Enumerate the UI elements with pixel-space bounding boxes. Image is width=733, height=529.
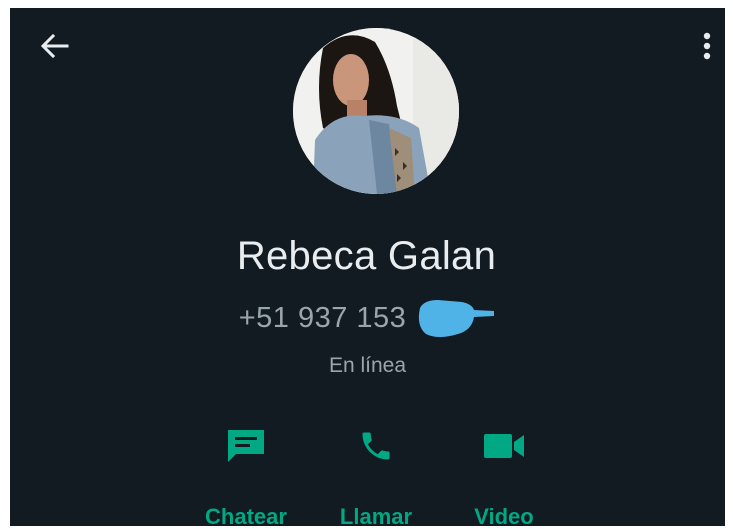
action-bar: Chatear Llamar Video xyxy=(10,426,725,526)
profile-photo[interactable] xyxy=(293,28,459,194)
arrow-left-icon xyxy=(40,33,69,59)
phone-number-row: +51 937 153 xyxy=(10,296,725,340)
redaction-scribble xyxy=(419,300,495,337)
video-label: Video xyxy=(474,504,534,526)
presence-status: En línea xyxy=(328,354,407,377)
message-icon xyxy=(228,430,264,462)
chat-button[interactable]: Chatear xyxy=(191,426,301,526)
video-icon xyxy=(484,434,524,458)
contact-name: Rebeca Galan xyxy=(236,234,497,278)
profile-photo-image xyxy=(293,28,459,194)
more-options-button[interactable] xyxy=(695,28,719,64)
call-label: Llamar xyxy=(339,504,413,526)
contact-info-screen: Rebeca Galan +51 937 153 En línea Chatea… xyxy=(10,8,725,526)
phone-number: +51 937 153 xyxy=(238,301,407,334)
call-button[interactable]: Llamar xyxy=(321,426,431,526)
back-button[interactable] xyxy=(36,28,72,64)
video-button[interactable]: Video xyxy=(449,426,559,526)
phone-icon xyxy=(362,432,390,460)
chat-label: Chatear xyxy=(205,504,287,526)
more-vert-icon xyxy=(703,32,711,60)
